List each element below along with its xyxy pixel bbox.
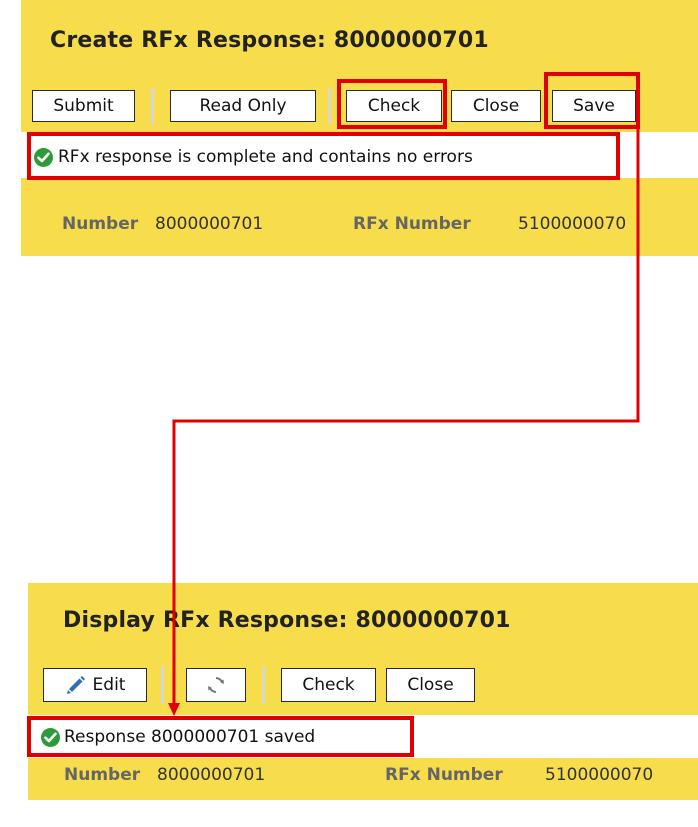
connector-line bbox=[172, 129, 640, 705]
arrowhead-icon bbox=[168, 703, 180, 716]
connector-arrow bbox=[168, 129, 640, 716]
